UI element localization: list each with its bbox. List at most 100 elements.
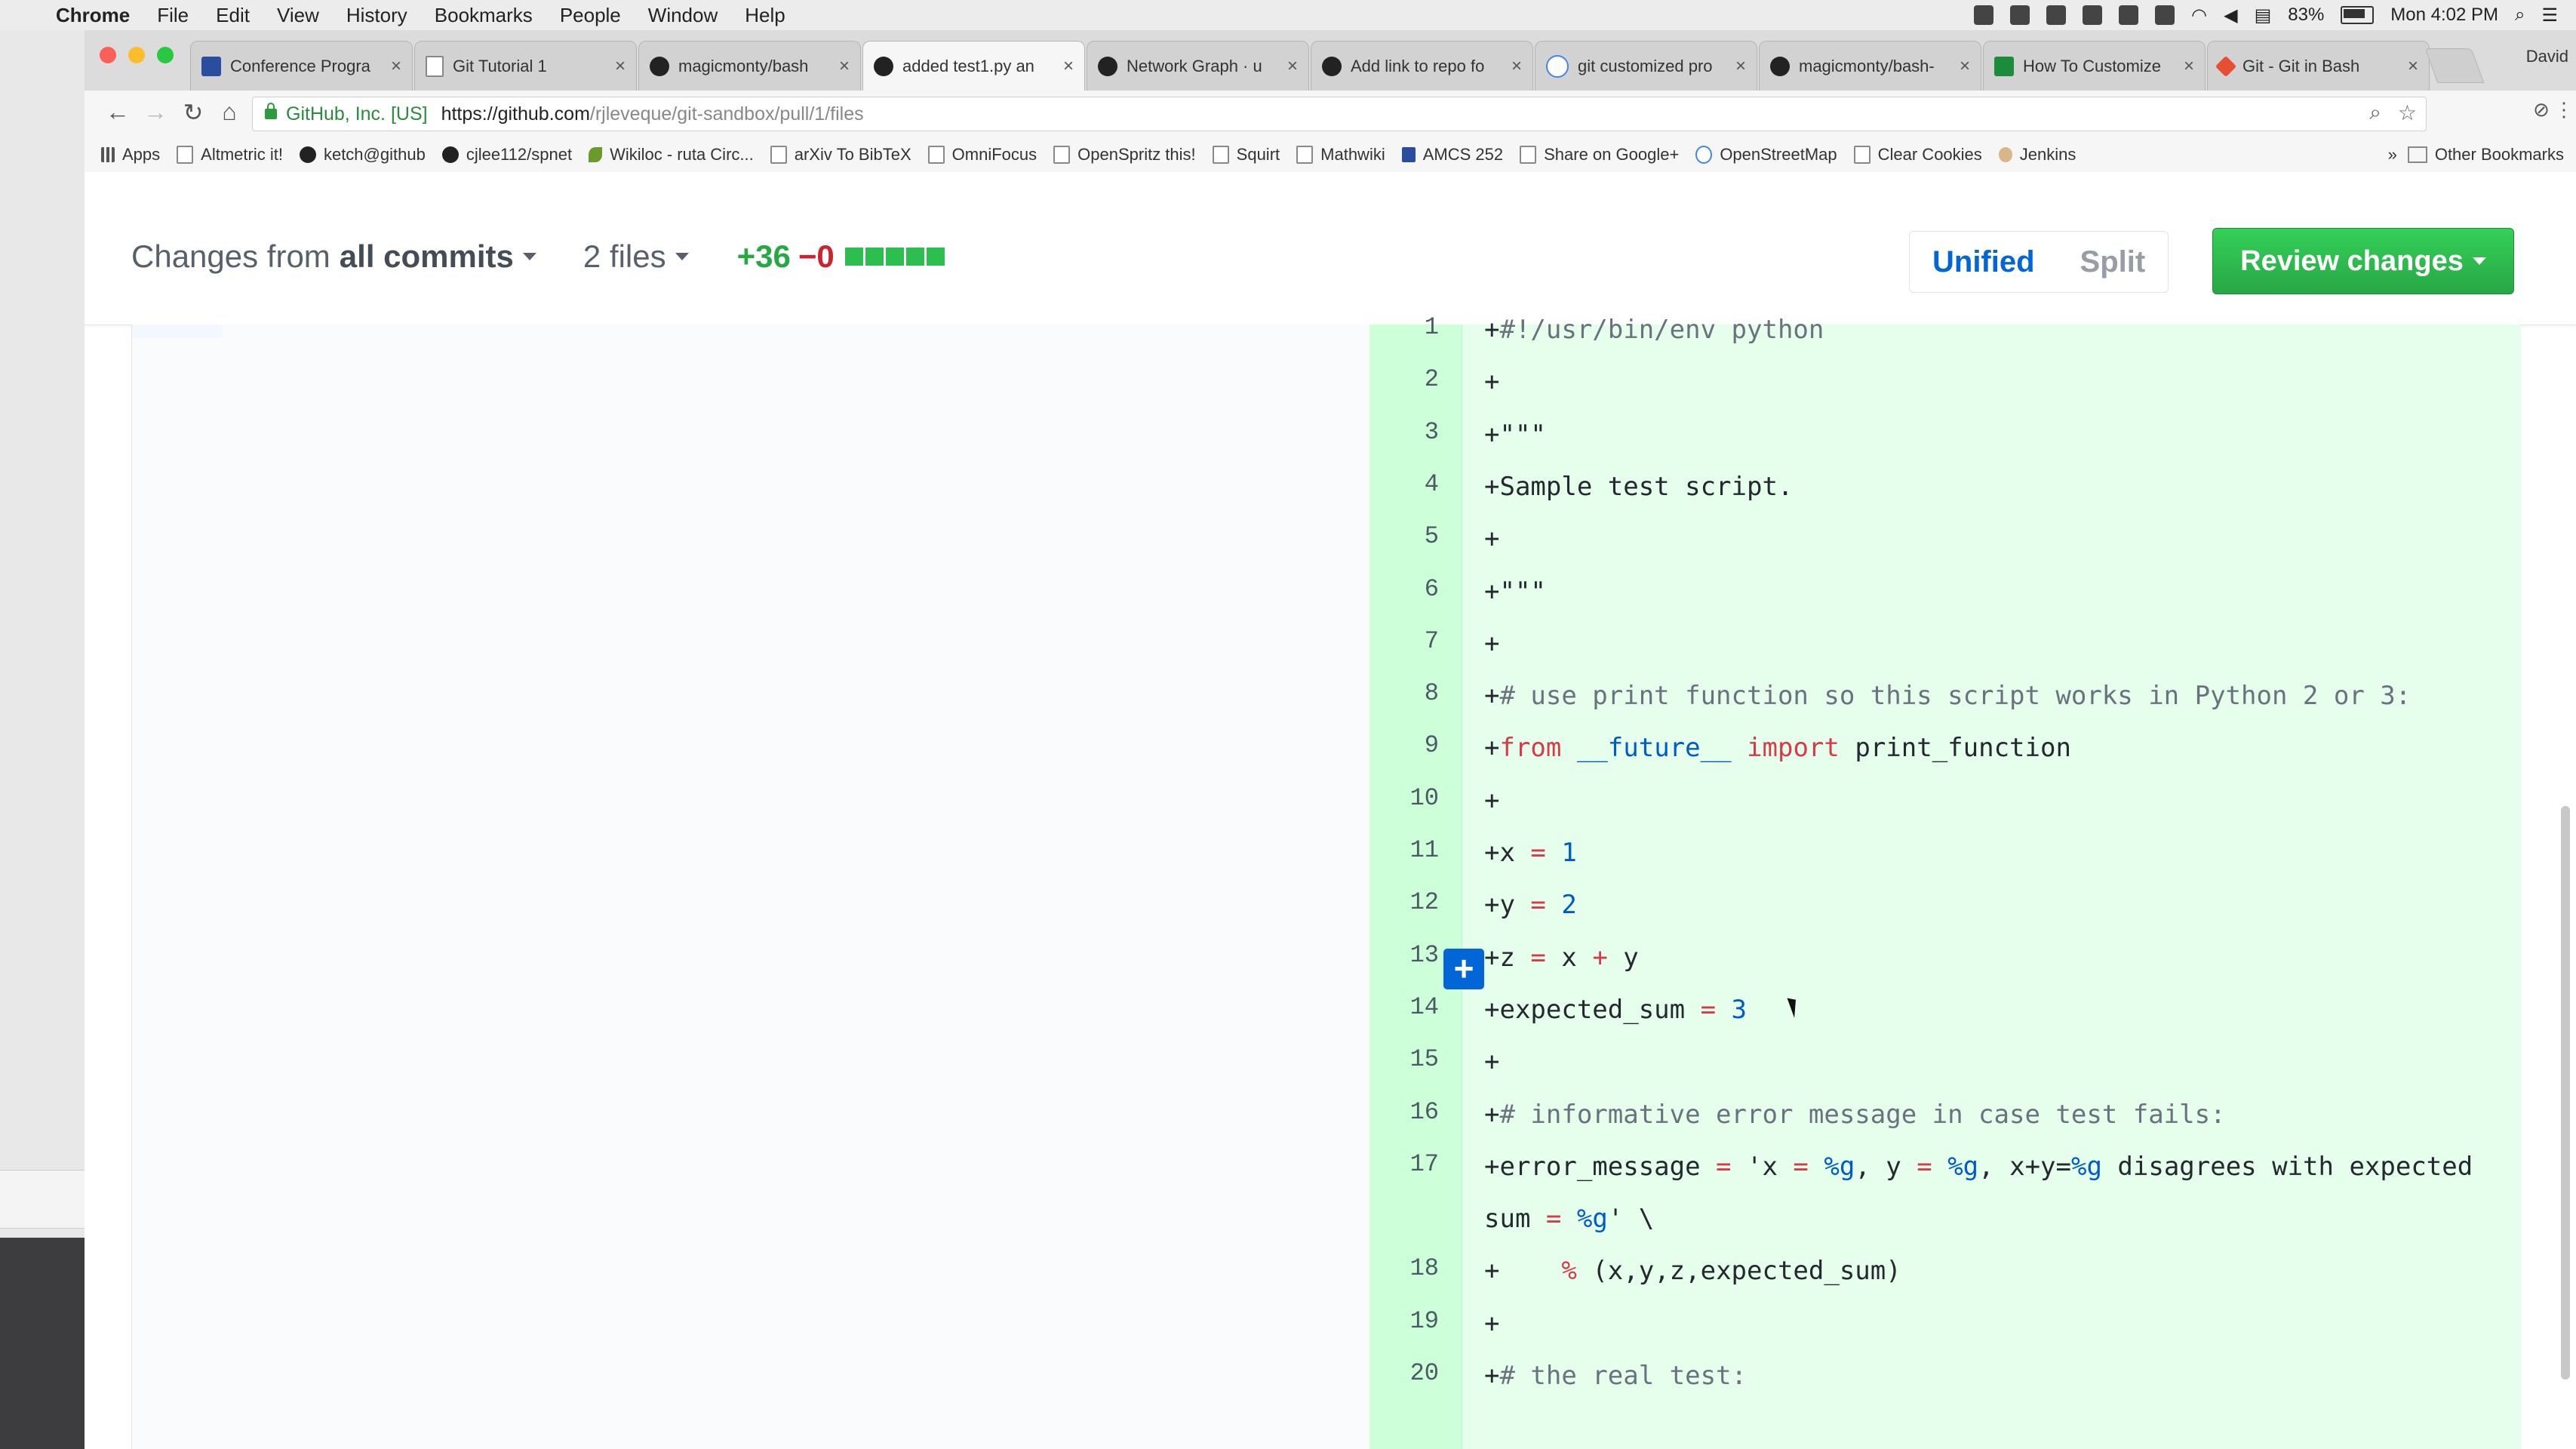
battery-icon[interactable]	[2341, 6, 2375, 24]
drive-icon[interactable]	[1974, 5, 1994, 25]
line-number[interactable]: 3	[1369, 406, 1439, 458]
bookmark-apps[interactable]: Apps	[101, 145, 160, 165]
zoom-icon[interactable]: ⌕	[2369, 100, 2381, 125]
line-number[interactable]: 9	[1369, 719, 1439, 771]
star-icon[interactable]: ☆	[2398, 100, 2417, 125]
line-number[interactable]: 6	[1369, 563, 1439, 615]
line-number[interactable]: 7	[1369, 615, 1439, 667]
menu-bookmarks[interactable]: Bookmarks	[435, 4, 533, 27]
dropbox-icon[interactable]	[2119, 5, 2139, 25]
chevron-down-icon[interactable]	[675, 253, 689, 260]
bookmark-altmetric[interactable]: Altmetric it!	[177, 145, 283, 165]
menu-window[interactable]: Window	[648, 4, 718, 27]
line-number[interactable]: 10	[1369, 772, 1439, 824]
close-tab-icon[interactable]: ×	[615, 56, 626, 77]
wifi-icon[interactable]: ◠	[2191, 5, 2207, 26]
line-number[interactable]: 8	[1369, 667, 1439, 719]
back-icon[interactable]: ←	[103, 98, 133, 126]
home-icon[interactable]: ⌂	[214, 98, 244, 126]
forward-icon[interactable]: →	[140, 98, 171, 126]
line-number[interactable]: 14	[1369, 981, 1439, 1033]
line-number[interactable]: 2	[1369, 353, 1439, 405]
line-number[interactable]: 15	[1369, 1033, 1439, 1085]
menu-history[interactable]: History	[346, 4, 407, 27]
chevron-down-icon[interactable]	[522, 253, 536, 260]
bookmark-openstreetmap[interactable]: OpenStreetMap	[1695, 145, 1837, 165]
close-window-button[interactable]	[100, 47, 116, 63]
profile-button[interactable]: David	[2526, 47, 2568, 66]
tab-git-in-bash[interactable]: Git - Git in Bash ×	[2207, 41, 2430, 91]
minimize-window-button[interactable]	[128, 47, 145, 63]
onepassword-icon[interactable]	[2010, 5, 2030, 25]
menu-edit[interactable]: Edit	[216, 4, 250, 27]
bookmark-share-google[interactable]: Share on Google+	[1520, 145, 1679, 165]
chrome-menu-icon[interactable]: ⋮	[2549, 98, 2576, 122]
close-tab-icon[interactable]: ×	[1960, 56, 1970, 77]
flag-icon[interactable]: ▤	[2255, 5, 2272, 26]
close-tab-icon[interactable]: ×	[1287, 56, 1298, 77]
line-number[interactable]: 18	[1369, 1242, 1439, 1294]
bookmark-mathwiki[interactable]: Mathwiki	[1296, 145, 1385, 165]
review-changes-button[interactable]: Review changes	[2212, 228, 2514, 294]
commits-dropdown[interactable]: all commits	[340, 238, 514, 275]
menu-help[interactable]: Help	[745, 4, 785, 27]
close-tab-icon[interactable]: ×	[2184, 56, 2194, 77]
tab-network-graph[interactable]: Network Graph · u ×	[1087, 41, 1309, 91]
page-scrollbar[interactable]	[2561, 806, 2570, 1380]
reload-icon[interactable]: ↻	[178, 98, 208, 127]
bookmark-wikiloc[interactable]: Wikiloc - ruta Circ...	[589, 145, 754, 165]
bookmark-amcs[interactable]: AMCS 252	[1401, 145, 1503, 165]
bookmark-arxiv[interactable]: arXiv To BibTeX	[770, 145, 911, 165]
volume-icon[interactable]: ◀	[2224, 5, 2237, 26]
files-dropdown[interactable]: 2 files	[583, 238, 666, 275]
shield-icon[interactable]	[2083, 5, 2103, 25]
line-number[interactable]: 20	[1369, 1347, 1439, 1399]
line-number[interactable]: 13	[1369, 929, 1439, 981]
bookmark-squirt[interactable]: Squirt	[1212, 145, 1280, 165]
clock[interactable]: Mon 4:02 PM	[2390, 5, 2498, 26]
new-tab-button[interactable]	[2424, 48, 2485, 83]
close-tab-icon[interactable]: ×	[1735, 56, 1746, 77]
tab-add-link[interactable]: Add link to repo fo ×	[1311, 41, 1533, 91]
bookmark-spnet[interactable]: cjlee112/spnet	[441, 145, 572, 165]
tab-google-search[interactable]: git customized pro ×	[1535, 41, 1757, 91]
chevron-right-icon[interactable]: »	[2388, 145, 2397, 165]
close-tab-icon[interactable]: ×	[839, 56, 850, 77]
line-number[interactable]: 1	[1369, 301, 1439, 353]
unified-view-button[interactable]: Unified	[1910, 232, 2058, 292]
menu-file[interactable]: File	[157, 4, 189, 27]
line-number[interactable]: 19	[1369, 1295, 1439, 1347]
line-number[interactable]: 4	[1369, 458, 1439, 510]
add-comment-button[interactable]: +	[1443, 949, 1484, 989]
menu-view[interactable]: View	[277, 4, 319, 27]
timer-icon[interactable]	[2046, 5, 2067, 25]
spotlight-icon[interactable]: ⌕	[2515, 5, 2525, 26]
line-number[interactable]: 16	[1369, 1086, 1439, 1138]
airplay-icon[interactable]	[2155, 5, 2175, 25]
bookmark-clear-cookies[interactable]: Clear Cookies	[1853, 145, 1982, 165]
tab-magicmonty-bash-2[interactable]: magicmonty/bash- ×	[1759, 41, 1981, 91]
bookmark-ketch[interactable]: ketch@github	[299, 145, 426, 165]
split-view-button[interactable]: Split	[2058, 232, 2169, 292]
notification-center-icon[interactable]: ☰	[2541, 5, 2558, 26]
address-bar[interactable]: GitHub, Inc. [US] https://github.com/rjl…	[252, 97, 2427, 131]
bookmark-openspritz[interactable]: OpenSpritz this!	[1053, 145, 1196, 165]
tab-magicmonty-bash[interactable]: magicmonty/bash ×	[638, 41, 861, 91]
tab-git-tutorial[interactable]: Git Tutorial 1 ×	[414, 41, 637, 91]
close-tab-icon[interactable]: ×	[1063, 56, 1074, 77]
close-tab-icon[interactable]: ×	[1511, 56, 1522, 77]
zoom-window-button[interactable]	[157, 47, 174, 63]
menu-people[interactable]: People	[560, 4, 621, 27]
tab-how-to-customize[interactable]: How To Customize ×	[1983, 41, 2206, 91]
menu-chrome[interactable]: Chrome	[56, 4, 130, 27]
other-bookmarks[interactable]: » Other Bookmarks	[2388, 145, 2564, 165]
line-number[interactable]: 17	[1369, 1138, 1439, 1190]
close-tab-icon[interactable]: ×	[2408, 56, 2418, 77]
tab-active-pull-request[interactable]: added test1.py an ×	[862, 41, 1085, 91]
line-number[interactable]: 11	[1369, 824, 1439, 876]
tab-conference[interactable]: Conference Progra ×	[190, 41, 413, 91]
bookmark-jenkins[interactable]: Jenkins	[1998, 145, 2076, 165]
close-tab-icon[interactable]: ×	[391, 56, 401, 77]
line-number[interactable]: 12	[1369, 876, 1439, 928]
line-number[interactable]: 5	[1369, 510, 1439, 562]
